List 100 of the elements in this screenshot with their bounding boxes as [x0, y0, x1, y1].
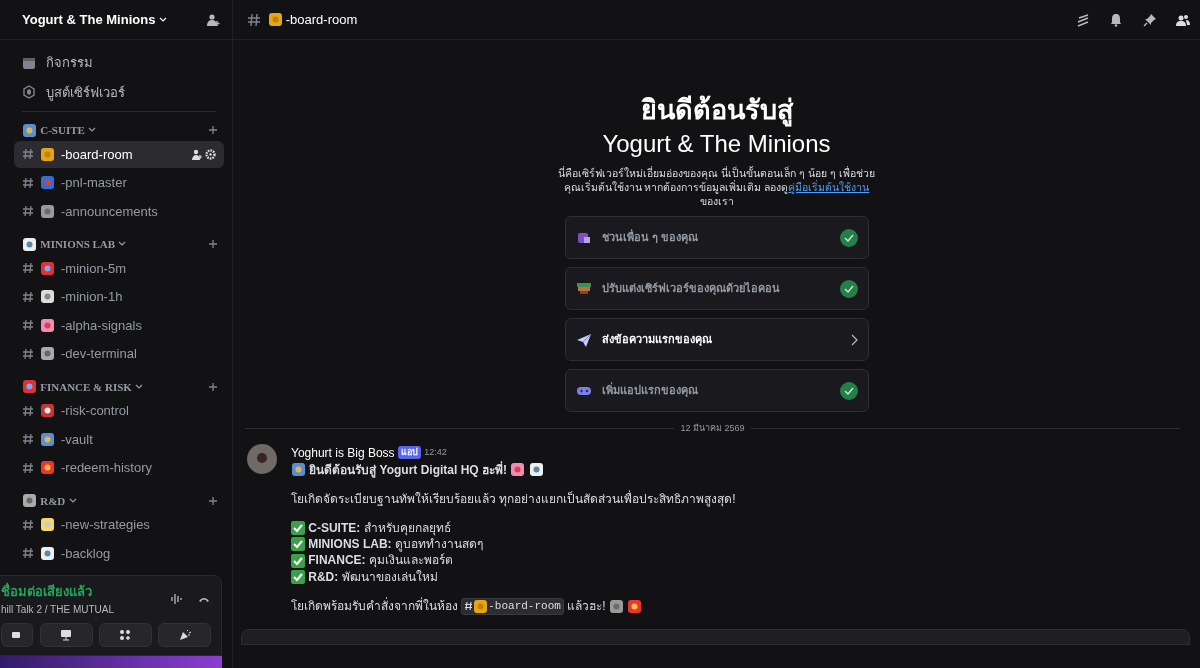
channel-item[interactable]: -vault	[14, 425, 224, 453]
chevron-down-icon	[118, 241, 127, 248]
message-text: C-SUITE: สำหรับคุยกลยุทธ์	[308, 520, 451, 537]
emoji-icon	[22, 493, 37, 509]
threads-icon[interactable]	[1075, 12, 1090, 27]
hash-icon	[22, 262, 34, 275]
bell-icon[interactable]	[1109, 12, 1123, 27]
activities-icon	[118, 628, 133, 642]
shield-icon	[22, 85, 36, 100]
category-name[interactable]: R&D	[40, 492, 66, 509]
message-time: 12:42	[424, 445, 447, 459]
channel-item[interactable]: -risk-control	[14, 397, 224, 425]
guide-link[interactable]: คู่มือเริ่มต้นใช้งาน	[788, 180, 870, 193]
channel-item[interactable]: -redeem-history	[14, 454, 224, 482]
emoji-icon	[626, 598, 642, 614]
emoji-icon	[40, 431, 55, 447]
channel-item[interactable]: -backlog	[14, 539, 224, 567]
setup-task[interactable]: ส่งข้อความแรกของคุณ	[564, 318, 869, 362]
hash-icon	[22, 176, 34, 189]
soundwave-icon[interactable]	[170, 592, 184, 607]
emoji-icon	[40, 317, 55, 333]
members-icon[interactable]	[1176, 12, 1190, 27]
voice-control-button[interactable]	[1, 623, 34, 647]
hash-icon	[22, 148, 34, 161]
message-text: MINIONS LAB: ดูบอททำงานสดๆ	[308, 536, 483, 553]
hash-icon	[22, 518, 34, 531]
category-name[interactable]: C-SUITE	[40, 122, 85, 139]
emoji-icon	[40, 460, 55, 476]
chevron-down-icon	[88, 127, 97, 134]
emoji-icon	[40, 517, 55, 533]
hash-icon	[22, 404, 34, 417]
emoji-icon	[510, 462, 526, 478]
channel-item[interactable]: -dev-terminal	[14, 340, 224, 368]
add-channel-icon[interactable]	[208, 125, 218, 136]
hash-icon	[22, 205, 34, 218]
hash-icon	[22, 290, 34, 303]
chevron-down-icon	[135, 383, 144, 390]
message-text: แล้วฮะ!	[567, 598, 606, 615]
message-text: FINANCE: คุมเงินและพอร์ต	[308, 552, 453, 569]
message-text: โยเกิดจัดระเบียบฐานทัพให้เรียบร้อยแล้ว ทุกอย่างแยกเป็นสัดส่วนเพื่อประสิทธิภาพสูงสุด!	[291, 490, 736, 508]
chevron-down-icon	[68, 497, 77, 504]
channel-title: -board-room	[267, 9, 358, 30]
checkbox-icon	[291, 553, 305, 568]
hash-icon	[22, 461, 34, 474]
add-member-icon[interactable]	[206, 12, 220, 27]
welcome-title: ยินดีต้อนรับสู่	[639, 96, 794, 126]
category-name[interactable]: MINIONS LAB	[40, 236, 116, 253]
message-text: R&D: พัฒนาของเล่นใหม่	[308, 568, 438, 585]
emoji-icon	[40, 346, 55, 362]
emoji-icon	[473, 598, 489, 614]
voice-control-button[interactable]	[158, 623, 211, 647]
voice-channel[interactable]: hill Talk 2 / THE MUTUAL	[1, 601, 114, 617]
add-channel-icon[interactable]	[208, 239, 218, 250]
channel-item[interactable]: -minion-1h	[14, 283, 224, 311]
hash-icon	[22, 433, 34, 446]
emoji-icon	[40, 175, 55, 191]
setup-task[interactable]: ปรับแต่งเซิร์ฟเวอร์ของคุณด้วยไอคอน	[564, 267, 869, 311]
checkbox-icon	[291, 521, 305, 536]
emoji-icon	[528, 462, 544, 478]
emoji-icon	[40, 403, 55, 419]
voice-control-button[interactable]	[39, 623, 93, 647]
emoji-icon	[40, 545, 55, 561]
channel-item[interactable]: -board-room	[14, 140, 224, 168]
channel-mention[interactable]: -board-room	[461, 597, 564, 615]
sidebar-item[interactable]: บูสต์เซิร์ฟเวอร์	[14, 77, 224, 107]
channel-item[interactable]: -alpha-signals	[14, 311, 224, 339]
welcome-text: นี่คือเซิร์ฟเวอร์ใหม่เอี่ยมอ่องของคุณ นี่เป็นขั้นตอนเล็ก ๆ น้อย ๆ เพื่อช่วยคุณเริ่มต้นใช้งาน หากต้องการข้อมูลเพิ่มเติม ลองดูคู่มือเริ่มต้นใช้งาน ของเรา	[557, 165, 876, 209]
server-header[interactable]: Yogurt & The Minions	[0, 0, 232, 40]
add-channel-icon[interactable]	[208, 381, 218, 392]
category-name[interactable]: FINANCE & RISK	[40, 378, 132, 395]
setup-task[interactable]: ชวนเพื่อน ๆ ของคุณ	[564, 216, 869, 260]
server-name: Yogurt & The Minions	[602, 129, 831, 157]
channel-item[interactable]: -new-strategies	[14, 511, 224, 539]
add-channel-icon[interactable]	[208, 495, 218, 506]
channel-item[interactable]: -pnl-master	[14, 169, 224, 197]
screen-share-icon	[59, 628, 74, 642]
emoji-icon	[40, 146, 55, 162]
voice-control-button[interactable]	[99, 623, 152, 647]
setup-task[interactable]: เพิ่มแอปแรกของคุณ	[564, 369, 869, 413]
emoji-icon	[40, 260, 55, 276]
emoji-icon	[40, 203, 55, 219]
add-member-icon[interactable]	[190, 148, 202, 160]
hash-icon	[22, 547, 34, 560]
author-name[interactable]: Yoghurt is Big Boss	[291, 443, 395, 462]
pin-icon[interactable]	[1142, 12, 1157, 27]
channel-item[interactable]: -minion-5m	[14, 254, 224, 282]
message-text: โยเกิดพร้อมรับคำสั่งจากพี่ในห้อง	[291, 598, 458, 615]
emoji-icon	[267, 12, 283, 27]
checkbox-icon	[291, 569, 305, 584]
chevron-down-icon	[158, 16, 167, 23]
emoji-icon	[22, 236, 37, 252]
emoji-icon	[40, 289, 55, 305]
sidebar-item[interactable]: กิจกรรม	[14, 48, 224, 78]
voice-status: ชื่อมต่อเสียงแล้ว	[1, 582, 93, 601]
emoji-icon	[22, 122, 37, 138]
server-name: Yogurt & The Minions	[22, 10, 156, 29]
emoji-icon	[22, 379, 37, 395]
paper-plane-icon	[575, 331, 592, 348]
settings-icon[interactable]	[205, 148, 216, 160]
channel-item[interactable]: -announcements	[14, 197, 224, 225]
